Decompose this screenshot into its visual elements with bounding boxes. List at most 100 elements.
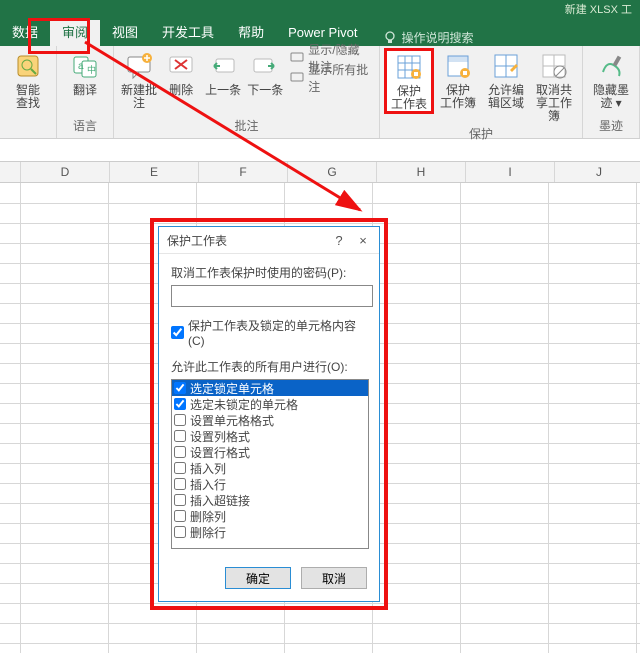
perm-checkbox[interactable]	[174, 414, 186, 426]
protect-contents-label: 保护工作表及锁定的单元格内容(C)	[188, 317, 367, 348]
perm-checkbox[interactable]	[174, 478, 186, 490]
perm-item[interactable]: 设置列格式	[172, 428, 368, 444]
ribbon-btn-protectwb[interactable]: 保护工作簿	[434, 48, 482, 110]
ribbon-smallbtn[interactable]: 显示所有批注	[290, 68, 371, 88]
perm-item[interactable]: 选定未锁定的单元格	[172, 396, 368, 412]
column-header-F[interactable]: F	[199, 162, 288, 182]
perm-checkbox[interactable]	[174, 462, 186, 474]
column-header-D[interactable]: D	[21, 162, 110, 182]
column-header-I[interactable]: I	[466, 162, 555, 182]
perm-label: 插入超链接	[190, 492, 250, 509]
column-headers: DEFGHIJ	[0, 162, 640, 183]
ribbon-group-misc: 智能查找	[0, 46, 57, 138]
ribbon-btn-next[interactable]: 下一条	[244, 48, 286, 97]
perm-checkbox[interactable]	[174, 398, 186, 410]
ribbon-btn-protectsheet[interactable]: 保护工作表	[384, 48, 434, 114]
perm-item[interactable]: 设置单元格格式	[172, 412, 368, 428]
perm-label: 设置行格式	[190, 444, 250, 461]
dialog-body: 取消工作表保护时使用的密码(P): 保护工作表及锁定的单元格内容(C) 允许此工…	[159, 254, 379, 557]
ribbon-btn-label: 下一条	[247, 84, 283, 97]
translate-icon: a中	[69, 50, 101, 82]
comment-icon	[290, 71, 304, 85]
ribbon-btn-label2: 查找	[16, 97, 40, 110]
tab-数据[interactable]: 数据	[0, 20, 50, 46]
close-button[interactable]: ×	[351, 233, 375, 248]
perm-item[interactable]: 插入行	[172, 476, 368, 492]
ok-button[interactable]: 确定	[225, 567, 291, 589]
column-header-H[interactable]: H	[377, 162, 466, 182]
perm-item[interactable]: 插入超链接	[172, 492, 368, 508]
search-icon	[12, 50, 44, 82]
tab-视图[interactable]: 视图	[100, 20, 150, 46]
password-input[interactable]	[171, 285, 373, 307]
ribbon-btn-label: 删除	[169, 84, 193, 97]
column-header-J[interactable]: J	[555, 162, 640, 182]
ribbon-btn-newcomment[interactable]: 新建批注	[118, 48, 160, 110]
ribbon-btn-delete[interactable]: 删除	[160, 48, 202, 97]
ribbon-btn-label: 新建批注	[120, 84, 158, 110]
ribbon-btn-unshare[interactable]: 取消共享工作簿	[530, 48, 578, 123]
newcomment-icon	[123, 50, 155, 82]
perm-label: 设置列格式	[190, 428, 250, 445]
tab-帮助[interactable]: 帮助	[226, 20, 276, 46]
ribbon-btn-label2: 工作簿	[440, 97, 476, 110]
ribbon-group-墨迹: 隐藏墨迹 ▾墨迹	[583, 46, 640, 138]
protectwb-icon	[442, 50, 474, 82]
ribbon-group-保护: 保护工作表保护工作簿允许编辑区域取消共享工作簿保护	[380, 46, 583, 138]
ribbon-btn-allowedit[interactable]: 允许编辑区域	[482, 48, 530, 110]
prev-icon	[207, 50, 239, 82]
ribbon-btn-ink[interactable]: 隐藏墨迹 ▾	[587, 48, 635, 110]
comment-icon	[290, 51, 304, 65]
perm-checkbox[interactable]	[174, 494, 186, 506]
perm-item[interactable]: 设置行格式	[172, 444, 368, 460]
tab-开发工具[interactable]: 开发工具	[150, 20, 226, 46]
next-icon	[249, 50, 281, 82]
tell-me-label: 操作说明搜索	[401, 29, 473, 46]
allowedit-icon	[490, 50, 522, 82]
column-header-E[interactable]: E	[110, 162, 199, 182]
ribbon-btn-prev[interactable]: 上一条	[202, 48, 244, 97]
ribbon-group-label: 保护	[384, 123, 578, 146]
ribbon-group-label: 语言	[61, 115, 109, 138]
help-button[interactable]: ?	[327, 233, 351, 248]
perm-checkbox[interactable]	[174, 510, 186, 522]
ink-icon	[595, 50, 627, 82]
protect-contents-checkbox[interactable]: 保护工作表及锁定的单元格内容(C)	[171, 317, 367, 348]
perm-checkbox[interactable]	[174, 430, 186, 442]
ribbon-btn-label: 翻译	[73, 84, 97, 97]
password-label: 取消工作表保护时使用的密码(P):	[171, 264, 367, 281]
perm-item[interactable]: 选定锁定单元格	[172, 380, 368, 396]
delete-icon	[165, 50, 197, 82]
svg-text:a: a	[78, 61, 84, 72]
perm-item[interactable]: 插入列	[172, 460, 368, 476]
ribbon-btn-label: 上一条	[205, 84, 241, 97]
ribbon-group-label: 批注	[118, 115, 375, 138]
ribbon-small-label: 显示所有批注	[308, 61, 371, 95]
dialog-buttons: 确定 取消	[159, 557, 379, 601]
app-root: 新建 XLSX 工 数据审阅视图开发工具帮助Power Pivot操作说明搜索 …	[0, 0, 640, 653]
cancel-button[interactable]: 取消	[301, 567, 367, 589]
ribbon-btn-label2: 迹 ▾	[600, 97, 621, 110]
title-bar: 新建 XLSX 工	[0, 0, 640, 20]
tell-me-search[interactable]: 操作说明搜索	[383, 29, 473, 46]
ribbon: 智能查找a中翻译语言新建批注删除上一条下一条显示/隐藏批注显示所有批注批注保护工…	[0, 46, 640, 139]
perm-item[interactable]: 删除列	[172, 508, 368, 524]
permissions-listbox[interactable]: 选定锁定单元格选定未锁定的单元格设置单元格格式设置列格式设置行格式插入列插入行插…	[171, 379, 369, 549]
perm-label: 插入列	[190, 460, 226, 477]
perm-checkbox[interactable]	[174, 446, 186, 458]
perm-checkbox[interactable]	[174, 526, 186, 538]
column-header-G[interactable]: G	[288, 162, 377, 182]
perm-label: 选定锁定单元格	[190, 380, 274, 397]
select-all-corner[interactable]	[0, 162, 21, 182]
perm-label: 删除行	[190, 524, 226, 541]
ribbon-btn-search[interactable]: 智能查找	[4, 48, 52, 110]
perm-checkbox[interactable]	[174, 382, 186, 394]
ribbon-group-语言: a中翻译语言	[57, 46, 114, 138]
dialog-title: 保护工作表	[167, 232, 327, 249]
ribbon-btn-translate[interactable]: a中翻译	[61, 48, 109, 97]
tab-审阅[interactable]: 审阅	[50, 20, 100, 46]
protect-contents-checkbox-input[interactable]	[171, 326, 184, 339]
perm-label: 设置单元格格式	[190, 412, 274, 429]
dialog-highlight: 保护工作表 ? × 取消工作表保护时使用的密码(P): 保护工作表及锁定的单元格…	[150, 218, 388, 610]
perm-item[interactable]: 删除行	[172, 524, 368, 540]
